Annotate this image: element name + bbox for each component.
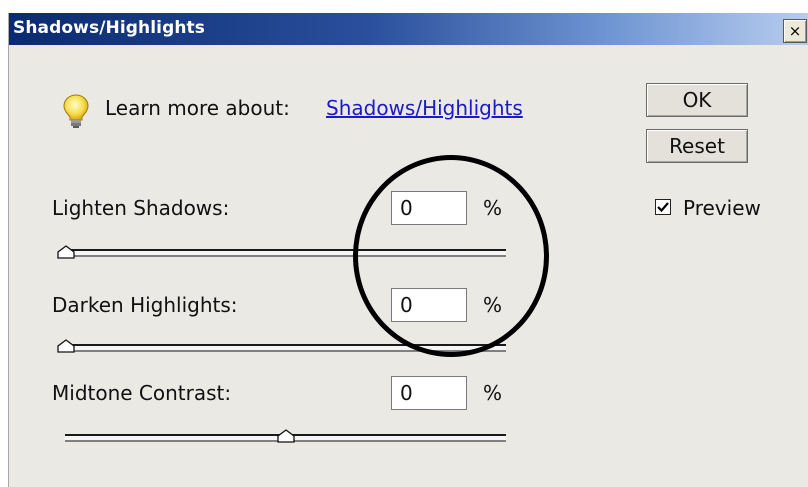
learn-more-label: Learn more about:: [105, 96, 290, 120]
darken-highlights-unit: %: [483, 293, 503, 317]
darken-highlights-slider-thumb[interactable]: [57, 339, 75, 353]
preview-checkbox[interactable]: [655, 199, 671, 215]
dialog-title: Shadows/Highlights: [13, 18, 205, 38]
shadows-highlights-dialog: Shadows/Highlights × Learn more about: S…: [8, 13, 808, 487]
darken-highlights-input[interactable]: 0: [391, 288, 467, 322]
preview-label: Preview: [683, 196, 761, 220]
lightbulb-icon: [63, 94, 89, 128]
midtone-contrast-input[interactable]: 0: [391, 376, 467, 410]
lighten-shadows-input[interactable]: 0: [391, 191, 467, 225]
lighten-shadows-slider[interactable]: [65, 249, 506, 257]
lighten-shadows-slider-thumb[interactable]: [57, 245, 75, 259]
lighten-shadows-label: Lighten Shadows:: [52, 196, 230, 220]
midtone-contrast-unit: %: [483, 381, 503, 405]
reset-button[interactable]: Reset: [646, 129, 748, 163]
ok-button[interactable]: OK: [646, 83, 748, 117]
darken-highlights-slider[interactable]: [65, 344, 506, 352]
midtone-contrast-label: Midtone Contrast:: [52, 381, 232, 405]
close-button[interactable]: ×: [783, 19, 807, 43]
learn-more-link[interactable]: Shadows/Highlights: [326, 96, 523, 120]
title-bar[interactable]: Shadows/Highlights ×: [9, 13, 808, 45]
lighten-shadows-unit: %: [483, 196, 503, 220]
midtone-contrast-slider-thumb[interactable]: [277, 429, 295, 443]
close-icon: ×: [788, 22, 802, 40]
darken-highlights-label: Darken Highlights:: [52, 293, 238, 317]
checkmark-icon: [657, 202, 669, 213]
